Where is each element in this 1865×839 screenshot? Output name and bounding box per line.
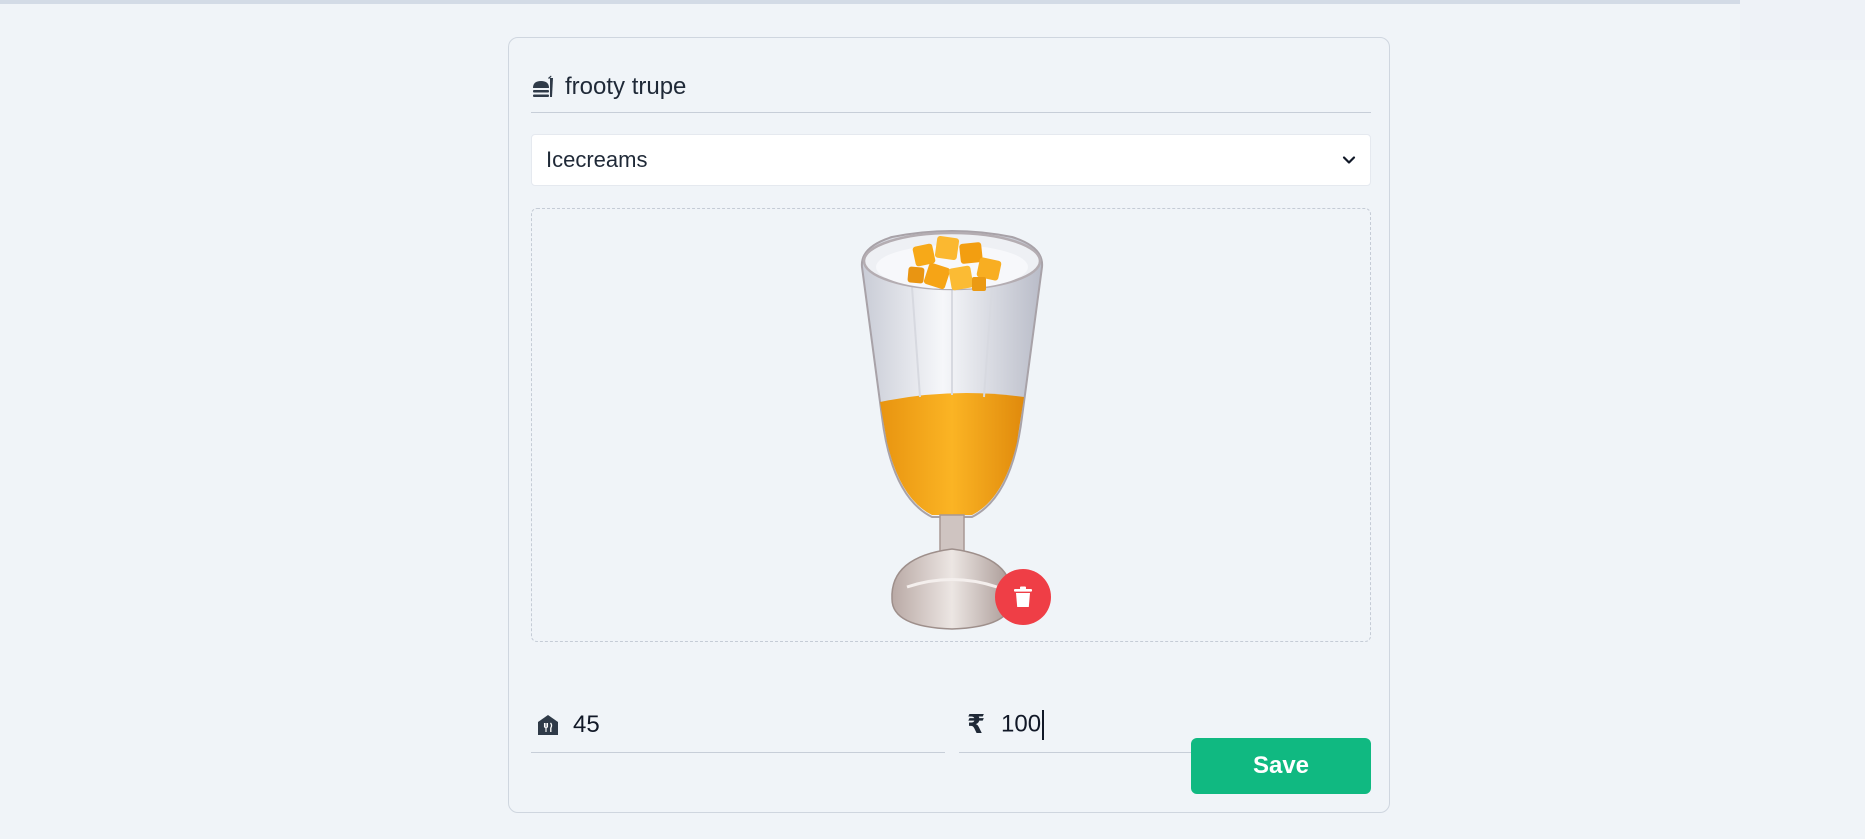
price-input[interactable]: 100 (1001, 710, 1045, 740)
background-patch (1740, 0, 1865, 60)
image-upload-area[interactable] (531, 208, 1371, 642)
save-button[interactable]: Save (1191, 738, 1371, 794)
store-icon (535, 712, 561, 738)
item-edit-card: frooty trupe Icecreams 45 ₹ 100 Save (508, 37, 1390, 813)
item-title[interactable]: frooty trupe (565, 73, 686, 101)
quantity-field[interactable]: 45 (531, 698, 945, 753)
category-select[interactable]: Icecreams (531, 134, 1371, 186)
quantity-input[interactable]: 45 (573, 711, 600, 739)
trash-icon (1014, 586, 1032, 607)
item-title-row[interactable]: frooty trupe (531, 62, 1371, 113)
chevron-down-icon (1342, 153, 1356, 167)
top-strip (0, 0, 1865, 4)
text-caret (1042, 710, 1045, 740)
delete-image-button[interactable] (995, 569, 1051, 625)
rupee-icon: ₹ (966, 710, 986, 740)
category-select-value: Icecreams (546, 147, 648, 172)
food-burger-icon (531, 75, 555, 99)
